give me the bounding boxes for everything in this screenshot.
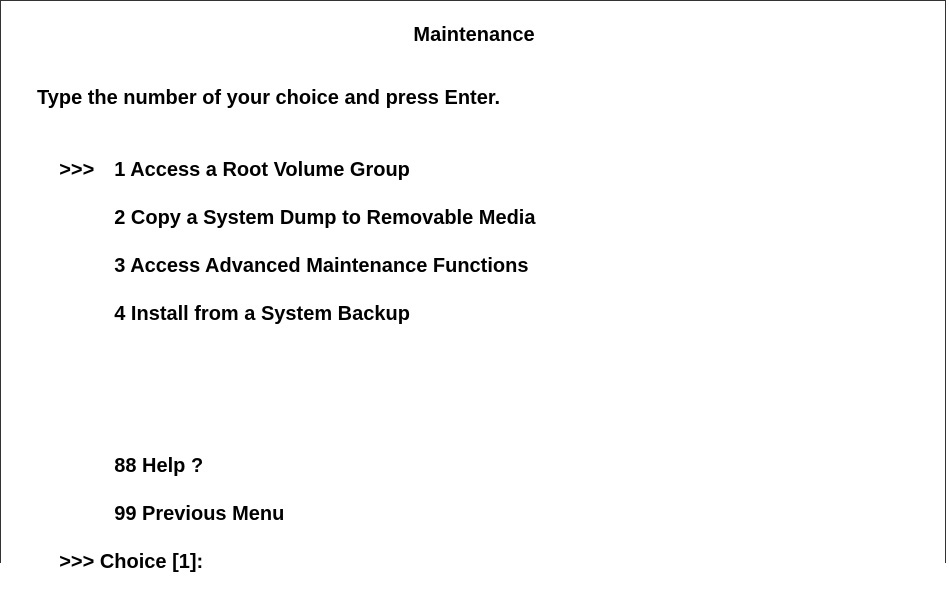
menu-item-label: Previous Menu bbox=[142, 503, 285, 525]
menu-item-number: 88 bbox=[114, 455, 137, 477]
choice-marker: >>> bbox=[59, 551, 95, 573]
menu-item-label: Help ? bbox=[142, 455, 204, 477]
menu-item-number: 4 bbox=[114, 303, 126, 325]
menu-item-label: Access a Root Volume Group bbox=[130, 159, 410, 181]
menu-item-label: Copy a System Dump to Removable Media bbox=[130, 207, 536, 229]
screen-frame: Maintenance Type the number of your choi… bbox=[0, 0, 946, 573]
screen-title: Maintenance bbox=[413, 24, 535, 46]
menu-item-number: 1 bbox=[114, 159, 126, 181]
instruction-text: Type the number of your choice and press… bbox=[37, 87, 501, 109]
menu-item-number: 99 bbox=[114, 503, 137, 525]
choice-label: Choice [1]: bbox=[99, 551, 204, 573]
choice-prompt[interactable]: >>> Choice [1]: bbox=[37, 526, 203, 598]
menu-item-label: Access Advanced Maintenance Functions bbox=[130, 255, 529, 277]
selection-marker: >>> bbox=[59, 159, 95, 181]
menu-item-label: Install from a System Backup bbox=[130, 303, 410, 325]
menu-item-number: 3 bbox=[114, 255, 126, 277]
menu-item-number: 2 bbox=[114, 207, 126, 229]
menu-item-install-from-backup[interactable]: 4 Install from a System Backup bbox=[37, 278, 410, 350]
